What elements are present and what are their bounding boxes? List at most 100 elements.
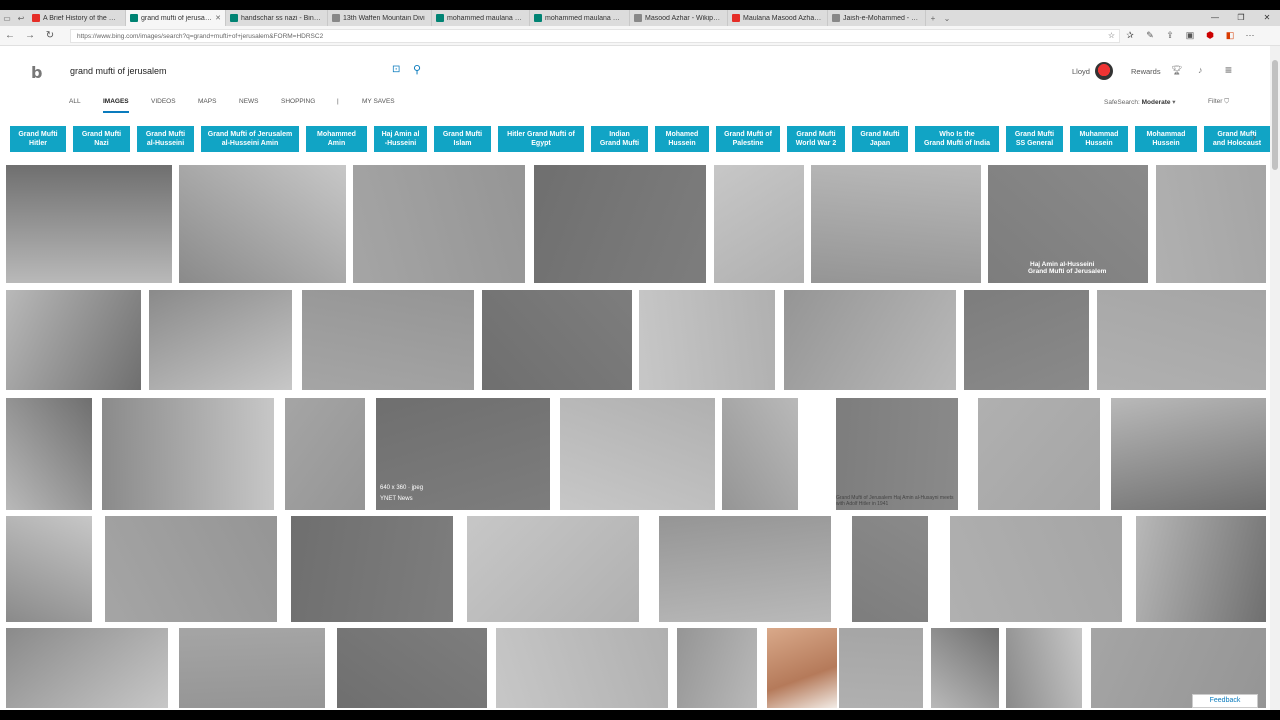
related-search-chip[interactable]: Mohammed Amin xyxy=(306,126,367,152)
favorites-icon[interactable]: ✰ xyxy=(1120,30,1140,41)
image-result[interactable] xyxy=(6,628,168,708)
related-search-chip[interactable]: Haj Amin al -Husseini xyxy=(374,126,427,152)
related-search-chip[interactable]: Mohamed Hussein xyxy=(655,126,709,152)
chevron-right-icon[interactable]: › xyxy=(1252,130,1256,144)
search-input[interactable]: grand mufti of jerusalem xyxy=(70,66,167,76)
image-result[interactable] xyxy=(677,628,757,708)
browser-tab[interactable]: 13th Waffen Mountain Divi xyxy=(328,10,432,26)
related-search-chip[interactable]: Grand Mufti World War 2 xyxy=(787,126,845,152)
refresh-button[interactable]: ↻ xyxy=(40,30,60,41)
image-result[interactable] xyxy=(534,165,706,283)
image-result[interactable] xyxy=(950,516,1122,622)
image-result[interactable] xyxy=(496,628,668,708)
related-search-chip[interactable]: Grand Mufti Japan xyxy=(852,126,908,152)
favorite-star-icon[interactable]: ☆ xyxy=(1108,31,1115,40)
image-result[interactable] xyxy=(6,398,92,510)
url-field[interactable]: https://www.bing.com/images/search?q=gra… xyxy=(70,28,1120,43)
image-result[interactable] xyxy=(179,165,346,283)
back-button[interactable]: ← xyxy=(0,30,20,41)
related-search-chip[interactable]: Grand Mufti Islam xyxy=(434,126,491,152)
image-result[interactable] xyxy=(659,516,831,622)
browser-tab[interactable]: Jaish-e-Mohammed - Wikip xyxy=(828,10,926,26)
image-result[interactable] xyxy=(102,398,274,510)
image-result[interactable] xyxy=(964,290,1089,390)
scrollbar-thumb[interactable] xyxy=(1272,60,1278,170)
image-result[interactable] xyxy=(302,290,474,390)
tab-my-saves[interactable]: MY SAVES xyxy=(362,98,395,105)
image-result[interactable] xyxy=(6,165,172,283)
related-search-chip[interactable]: Mohammad Hussein xyxy=(1135,126,1197,152)
maximize-button[interactable]: ❐ xyxy=(1228,10,1254,26)
related-search-chip[interactable]: Muhammad Hussein xyxy=(1070,126,1128,152)
tab-images[interactable]: IMAGES xyxy=(103,98,129,113)
image-result[interactable] xyxy=(767,628,837,708)
rewards-link[interactable]: Rewards xyxy=(1131,67,1161,76)
tab-all[interactable]: ALL xyxy=(69,98,81,105)
avatar[interactable] xyxy=(1095,62,1113,80)
image-result[interactable] xyxy=(6,516,92,622)
image-result[interactable] xyxy=(105,516,277,622)
related-search-chip[interactable]: Grand Mufti and Holocaust xyxy=(1204,126,1270,152)
browser-tab[interactable]: Maulana Masood Azhar, Ch xyxy=(728,10,828,26)
browser-tab[interactable]: handschar ss nazi - Bing imag xyxy=(226,10,328,26)
forward-button[interactable]: → xyxy=(20,30,40,41)
browser-tab[interactable]: Masood Azhar - Wikipedia xyxy=(630,10,728,26)
image-result[interactable] xyxy=(839,628,923,708)
visual-search-icon[interactable]: ⊡ xyxy=(392,64,400,75)
image-result[interactable] xyxy=(353,165,525,283)
related-search-chip[interactable]: Grand Mufti of Palestine xyxy=(716,126,780,152)
related-search-chip[interactable]: Indian Grand Mufti xyxy=(591,126,648,152)
related-search-chip[interactable]: Grand Mufti Nazi xyxy=(73,126,130,152)
image-result[interactable] xyxy=(836,398,958,510)
related-search-chip[interactable]: Grand Mufti al-Husseini xyxy=(137,126,194,152)
search-icon[interactable]: ⚲ xyxy=(413,63,421,76)
image-result[interactable] xyxy=(931,628,999,708)
hamburger-menu-icon[interactable]: ≡ xyxy=(1225,63,1232,77)
tab-preview-icon[interactable]: ▭ xyxy=(0,10,14,26)
related-search-chip[interactable]: Grand Mufti Hitler xyxy=(10,126,66,152)
adblock-icon[interactable]: ⬢ xyxy=(1200,30,1220,41)
image-result[interactable] xyxy=(639,290,775,390)
image-result[interactable] xyxy=(149,290,292,390)
image-result[interactable] xyxy=(1097,290,1266,390)
image-result[interactable] xyxy=(467,516,639,622)
close-tab-icon[interactable]: ✕ xyxy=(215,14,221,22)
image-result[interactable] xyxy=(482,290,632,390)
more-icon[interactable]: ⋯ xyxy=(1240,30,1260,41)
image-result[interactable] xyxy=(784,290,956,390)
feedback-button[interactable]: Feedback xyxy=(1192,694,1258,708)
safesearch-control[interactable]: SafeSearch: Moderate ▾ xyxy=(1104,98,1176,106)
browser-tab[interactable]: mohammed maulana maso xyxy=(530,10,630,26)
tab-list-chevron-icon[interactable]: ⌄ xyxy=(940,10,954,26)
share-icon[interactable]: ⇪ xyxy=(1160,30,1180,41)
reading-list-icon[interactable]: ✎ xyxy=(1140,30,1160,41)
tab-shopping[interactable]: SHOPPING xyxy=(281,98,315,105)
related-search-chip[interactable]: Hitler Grand Mufti of Egypt xyxy=(498,126,584,152)
extension-icon[interactable]: ▣ xyxy=(1180,30,1200,41)
close-window-button[interactable]: ✕ xyxy=(1254,10,1280,26)
image-result[interactable] xyxy=(1156,165,1266,283)
image-result[interactable] xyxy=(560,398,715,510)
bell-icon[interactable]: ♪ xyxy=(1198,65,1203,75)
image-result[interactable] xyxy=(978,398,1100,510)
image-result[interactable] xyxy=(852,516,928,622)
minimize-button[interactable]: — xyxy=(1202,10,1228,26)
image-result[interactable] xyxy=(811,165,981,283)
trophy-icon[interactable]: 🏆︎ xyxy=(1171,65,1182,76)
related-search-chip[interactable]: Grand Mufti SS General xyxy=(1006,126,1063,152)
related-search-chip[interactable]: Grand Mufti of Jerusalem al-Husseini Amin xyxy=(201,126,299,152)
image-result[interactable] xyxy=(714,165,804,283)
image-result[interactable] xyxy=(1111,398,1266,510)
image-result[interactable] xyxy=(6,290,141,390)
image-result[interactable] xyxy=(337,628,487,708)
user-name[interactable]: Lloyd xyxy=(1072,67,1090,76)
related-search-chip[interactable]: Who Is the Grand Mufti of India xyxy=(915,126,999,152)
tab-videos[interactable]: VIDEOS xyxy=(151,98,176,105)
office-icon[interactable]: ◧ xyxy=(1220,30,1240,41)
image-result[interactable] xyxy=(285,398,365,510)
image-result[interactable] xyxy=(376,398,550,510)
browser-tab[interactable]: grand mufti of jerusalem ✕ xyxy=(126,10,226,26)
bing-logo[interactable]: b xyxy=(31,63,42,82)
scrollbar[interactable] xyxy=(1270,46,1280,710)
tab-back-icon[interactable]: ↩ xyxy=(14,10,28,26)
